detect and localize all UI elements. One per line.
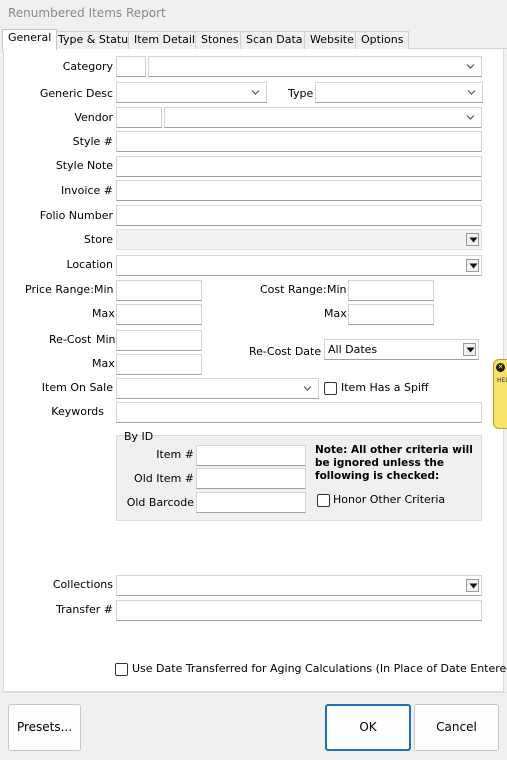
use-date-transferred-checkbox[interactable] <box>115 663 128 676</box>
price-max-input[interactable] <box>116 304 202 325</box>
tab-scan-data[interactable]: Scan Data <box>240 31 309 49</box>
vendor-label: Vendor <box>74 111 113 124</box>
vendor-select[interactable] <box>164 107 482 128</box>
old-item-no-label: Old Item # <box>134 472 194 485</box>
recost-min-input[interactable] <box>116 330 202 351</box>
item-no-input[interactable] <box>196 445 306 466</box>
honor-other-criteria-label: Honor Other Criteria <box>333 493 446 506</box>
transfer-no-input[interactable] <box>116 600 482 621</box>
keywords-input[interactable] <box>116 402 482 423</box>
recost-label: Re-Cost <box>49 333 92 346</box>
folio-number-input[interactable] <box>116 205 482 226</box>
invoice-no-input[interactable] <box>116 180 482 201</box>
invoice-no-label: Invoice # <box>60 184 113 197</box>
by-id-note: Note: All other criteria will be ignored… <box>315 444 473 482</box>
collections-label: Collections <box>52 578 113 591</box>
cancel-button[interactable]: Cancel <box>414 704 499 751</box>
dropdown-arrow-icon <box>466 579 479 592</box>
generic-desc-label: Generic Desc <box>39 87 113 100</box>
price-min-label: Min <box>94 283 114 296</box>
vendor-code-input[interactable] <box>116 107 162 128</box>
chevron-down-icon <box>467 90 476 95</box>
folio-number-label: Folio Number <box>39 209 113 222</box>
close-icon[interactable]: ✕ <box>496 363 505 372</box>
item-on-sale-label: Item On Sale <box>41 381 113 394</box>
ok-button[interactable]: OK <box>325 704 411 751</box>
tab-strip: General Type & Status Item Details Stone… <box>2 29 507 50</box>
category-code-input[interactable] <box>116 56 146 77</box>
collections-select[interactable] <box>116 575 482 596</box>
by-id-title: By ID <box>124 430 154 443</box>
cost-max-label: Max <box>324 307 347 320</box>
category-select[interactable] <box>148 56 482 77</box>
item-has-spiff-label: Item Has a Spiff <box>341 381 429 394</box>
chevron-down-icon <box>466 115 475 120</box>
old-barcode-input[interactable] <box>196 492 306 513</box>
style-note-label: Style Note <box>55 159 113 172</box>
keywords-label: Keywords <box>51 405 104 418</box>
help-side-tab[interactable]: ✕ HELP <box>493 359 507 429</box>
chevron-down-icon <box>251 90 260 95</box>
old-barcode-label: Old Barcode <box>126 496 194 509</box>
recost-max-label: Max <box>92 357 115 370</box>
cost-max-input[interactable] <box>348 304 434 325</box>
old-item-no-input[interactable] <box>196 468 306 489</box>
dropdown-arrow-icon <box>463 343 476 356</box>
style-no-input[interactable] <box>116 131 482 152</box>
recost-date-label: Re-Cost Date <box>249 345 322 358</box>
chevron-down-icon <box>303 386 312 391</box>
recost-max-input[interactable] <box>116 354 202 375</box>
generic-desc-select[interactable] <box>116 82 267 103</box>
price-min-input[interactable] <box>116 280 202 301</box>
price-max-label: Max <box>92 307 115 320</box>
store-label: Store <box>83 233 113 246</box>
style-note-input[interactable] <box>116 156 482 177</box>
chevron-down-icon <box>466 64 475 69</box>
help-tab-label: HELP <box>497 377 507 384</box>
window-title: Renumbered Items Report <box>8 6 166 20</box>
honor-other-criteria-checkbox[interactable] <box>317 494 330 507</box>
cost-min-input[interactable] <box>348 280 434 301</box>
type-label: Type <box>288 87 314 100</box>
presets-button[interactable]: Presets... <box>8 704 81 751</box>
location-select[interactable] <box>116 255 482 276</box>
tab-general[interactable]: General <box>2 29 58 50</box>
store-select[interactable] <box>116 229 482 250</box>
item-on-sale-select[interactable] <box>116 378 319 399</box>
dropdown-arrow-icon <box>466 233 479 246</box>
item-has-spiff-checkbox[interactable] <box>324 382 337 395</box>
transfer-no-label: Transfer # <box>56 603 113 616</box>
dropdown-arrow-icon <box>466 259 479 272</box>
recost-date-select[interactable]: All Dates <box>324 339 479 360</box>
cost-min-label: Min <box>327 283 347 296</box>
item-no-label: Item # <box>156 448 194 461</box>
location-label: Location <box>66 258 113 271</box>
type-select[interactable] <box>315 82 483 103</box>
use-date-transferred-label: Use Date Transferred for Aging Calculati… <box>132 662 507 675</box>
category-label: Category <box>62 60 113 73</box>
tab-website[interactable]: Website <box>304 31 360 49</box>
recost-min-label: Min <box>96 333 116 346</box>
recost-date-value: All Dates <box>328 343 378 356</box>
price-range-label: Price Range: <box>25 283 94 296</box>
tab-type-status[interactable]: Type & Status <box>52 31 140 49</box>
style-no-label: Style # <box>72 135 113 148</box>
cost-range-label: Cost Range: <box>260 283 327 296</box>
tab-options[interactable]: Options <box>355 31 410 49</box>
tab-stones[interactable]: Stones <box>195 31 245 49</box>
